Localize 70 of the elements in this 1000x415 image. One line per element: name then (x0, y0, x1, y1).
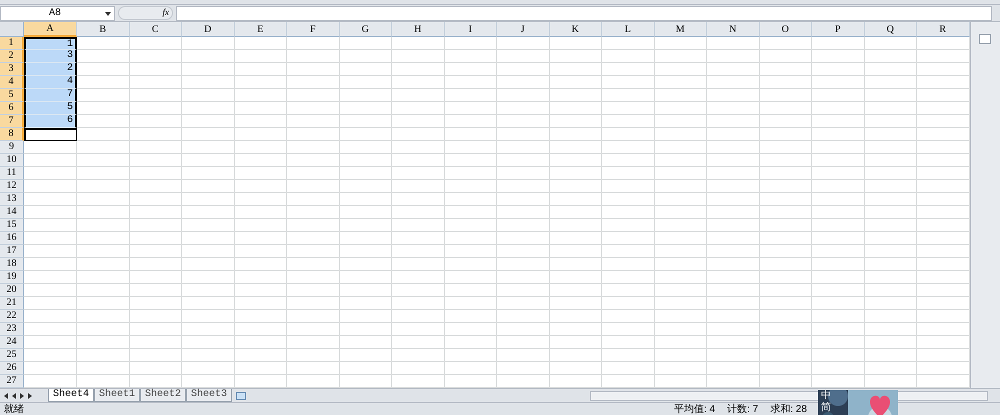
column-header[interactable]: D (182, 22, 234, 37)
row-header[interactable]: 27 (0, 375, 24, 388)
row-header[interactable]: 26 (0, 362, 24, 375)
cell[interactable]: 7 (24, 89, 77, 102)
column-header[interactable]: H (392, 22, 444, 37)
column-header[interactable]: B (77, 22, 130, 37)
row-header[interactable]: 25 (0, 349, 24, 362)
row-header[interactable]: 7 (0, 115, 24, 128)
row-header[interactable]: 16 (0, 232, 24, 245)
row-header[interactable]: 12 (0, 180, 24, 193)
cell[interactable]: 3 (24, 50, 77, 63)
column-header[interactable]: M (654, 22, 707, 37)
row-header[interactable]: 24 (0, 336, 24, 349)
row-header[interactable]: 8 (0, 128, 24, 141)
vertical-scrollbar[interactable] (970, 22, 1000, 388)
row-header[interactable]: 20 (0, 284, 24, 297)
row-header[interactable]: 21 (0, 297, 24, 310)
row-header[interactable]: 14 (0, 206, 24, 219)
sheet-tab[interactable]: Sheet1 (94, 389, 140, 402)
row-header[interactable]: 18 (0, 258, 24, 271)
row-header[interactable]: 1 (0, 37, 24, 50)
ime-label[interactable]: 简 (821, 402, 831, 414)
cell[interactable]: 2 (24, 63, 77, 76)
row-header[interactable]: 13 (0, 193, 24, 206)
column-header[interactable]: O (760, 22, 812, 37)
row-header[interactable]: 9 (0, 141, 24, 154)
row-header[interactable]: 17 (0, 245, 24, 258)
row-header[interactable]: 3 (0, 63, 24, 76)
cell[interactable]: 6 (24, 115, 77, 128)
column-header[interactable]: G (340, 22, 392, 37)
status-stat: 计数: 7 (727, 404, 758, 414)
formula-input-field[interactable] (176, 6, 992, 20)
row-header[interactable]: 15 (0, 219, 24, 232)
row-header[interactable]: 11 (0, 167, 24, 180)
status-stat: 平均值: 4 (674, 404, 716, 414)
row-header[interactable]: 2 (0, 50, 24, 63)
column-header[interactable]: A (24, 22, 77, 37)
status-stat: 求和: 28 (770, 404, 807, 414)
row-header[interactable]: 22 (0, 310, 24, 323)
column-header[interactable]: C (130, 22, 182, 37)
sheet-tab[interactable]: Sheet4 (48, 389, 94, 402)
row-header[interactable]: 23 (0, 323, 24, 336)
cell[interactable]: 1 (24, 37, 77, 50)
dropdown-caret-icon[interactable] (105, 12, 111, 16)
column-header[interactable]: I (444, 22, 497, 37)
column-header[interactable]: P (812, 22, 864, 37)
column-header[interactable]: R (917, 22, 970, 37)
status-text: 就绪 (4, 404, 25, 414)
cell[interactable]: 4 (24, 76, 77, 89)
row-header[interactable]: 19 (0, 271, 24, 284)
row-header[interactable]: 10 (0, 154, 24, 167)
insert-sheet-icon[interactable] (236, 392, 246, 400)
column-header[interactable]: J (497, 22, 550, 37)
sheet-tab[interactable]: Sheet3 (186, 389, 232, 402)
column-header[interactable]: F (287, 22, 340, 37)
column-header[interactable]: N (707, 22, 760, 37)
row-header[interactable]: 5 (0, 89, 24, 102)
row-header[interactable]: 6 (0, 102, 24, 115)
scroll-up-button[interactable] (979, 34, 992, 44)
column-header[interactable]: E (234, 22, 287, 37)
row-header[interactable]: 4 (0, 76, 24, 89)
column-header[interactable]: Q (864, 22, 917, 37)
cell[interactable]: 5 (24, 102, 77, 115)
column-header[interactable]: L (602, 22, 654, 37)
column-header[interactable]: K (550, 22, 602, 37)
sheet-tab[interactable]: Sheet2 (140, 389, 186, 402)
ime-label[interactable]: 中 (821, 390, 831, 402)
name-box[interactable]: A8 (0, 6, 115, 20)
insert-function-button[interactable]: fx (162, 6, 169, 20)
select-all-corner[interactable] (0, 22, 24, 37)
